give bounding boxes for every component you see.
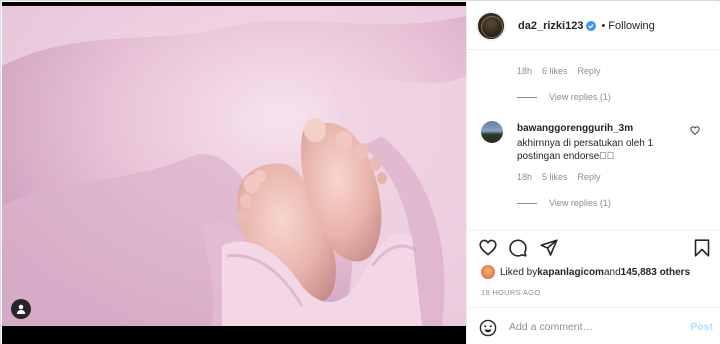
comment-text: akhirnnya di persatukan oleh 1 postingan… — [517, 138, 654, 162]
comment-icon[interactable] — [509, 239, 527, 257]
heart-icon[interactable] — [479, 239, 497, 256]
comment-time[interactable]: 18h — [517, 66, 532, 76]
post-comment-button[interactable]: Post — [690, 321, 713, 333]
comment-meta: 18h 5 likes Reply — [517, 172, 601, 182]
emoji-icon[interactable] — [479, 319, 497, 337]
comment-likes[interactable]: 5 likes — [542, 172, 568, 182]
comment-likes[interactable]: 6 likes — [542, 66, 568, 76]
header-separator: • — [601, 19, 606, 32]
comment-input[interactable]: Add a comment… — [509, 321, 593, 333]
post-actions: Liked by kapanlagicom and 145,883 others… — [467, 230, 720, 302]
post-timestamp[interactable]: 18 HOURS AGO — [481, 288, 540, 297]
commenter-username[interactable]: bawanggorenggurih_3m — [517, 123, 633, 134]
comment-heart-icon[interactable] — [690, 126, 700, 135]
share-icon[interactable] — [540, 239, 558, 256]
comments-list: 18h 6 likes Reply View replies (1) bawan… — [467, 51, 720, 229]
post-side-panel: da2_rizki123 • Following 18h 6 likes Rep… — [466, 2, 720, 344]
replies-divider — [517, 202, 537, 204]
author-username[interactable]: da2_rizki123 — [518, 20, 583, 32]
following-button[interactable]: Following — [608, 20, 654, 32]
likes-summary: Liked by kapanlagicom and 145,883 others — [481, 265, 690, 279]
comment-reply-button[interactable]: Reply — [578, 66, 601, 76]
user-tag-icon[interactable] — [11, 299, 31, 319]
likes-count-button[interactable]: 145,883 others — [621, 267, 691, 278]
post-header: da2_rizki123 • Following — [467, 2, 720, 50]
view-replies-label: View replies (1) — [549, 92, 611, 102]
add-comment-bar: Add a comment… Post — [467, 307, 720, 344]
bookmark-icon[interactable] — [694, 239, 710, 257]
verified-icon — [586, 20, 597, 31]
instagram-post-modal: da2_rizki123 • Following 18h 6 likes Rep… — [0, 0, 720, 344]
author-avatar[interactable] — [476, 10, 506, 41]
view-replies-button[interactable]: View replies (1) — [517, 92, 611, 102]
liked-by-and: and — [603, 266, 621, 278]
baby-feet-photo — [2, 6, 466, 326]
liker-username[interactable]: kapanlagicom — [537, 267, 604, 278]
post-photo-area — [2, 2, 466, 344]
comment-time[interactable]: 18h — [517, 172, 532, 182]
replies-divider — [517, 96, 537, 98]
post-photo[interactable] — [2, 6, 466, 326]
liked-by-prefix: Liked by — [500, 266, 538, 278]
view-replies-label: View replies (1) — [549, 198, 611, 208]
comment-reply-button[interactable]: Reply — [578, 172, 601, 182]
liker-avatar[interactable] — [481, 265, 495, 279]
comment-meta: 18h 6 likes Reply — [517, 66, 601, 76]
view-replies-button[interactable]: View replies (1) — [517, 198, 611, 208]
commenter-avatar[interactable] — [481, 121, 503, 143]
